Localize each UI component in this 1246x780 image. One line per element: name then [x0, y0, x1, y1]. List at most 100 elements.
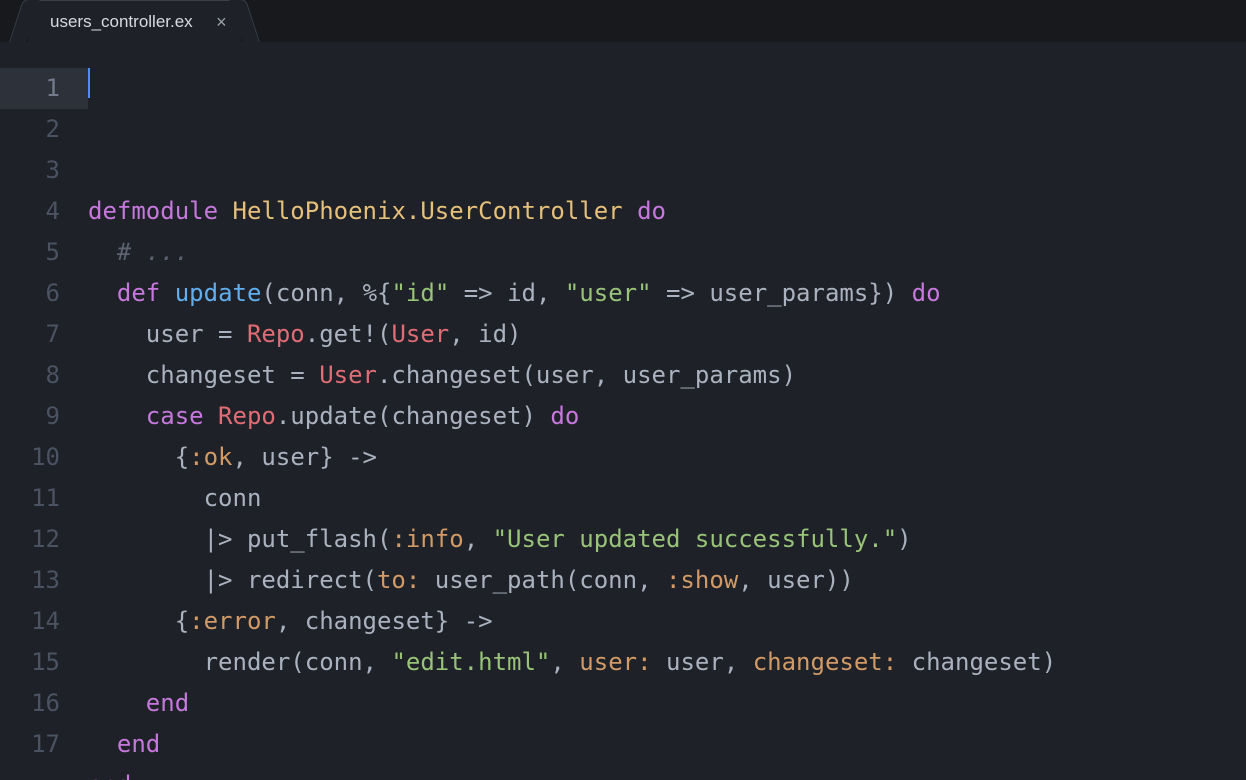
code-area[interactable]: defmodule HelloPhoenix.UserController do…: [88, 42, 1246, 780]
token-str: "id": [391, 279, 449, 307]
token-txt: changeset =: [88, 361, 319, 389]
line-number: 8: [0, 355, 88, 396]
token-cmt: # ...: [117, 238, 189, 266]
token-txt: , user)): [738, 566, 854, 594]
line-number: 4: [0, 191, 88, 232]
line-number: 17: [0, 724, 88, 765]
token-txt: {: [88, 443, 189, 471]
token-kw: end: [146, 689, 189, 717]
token-kw: end: [117, 730, 160, 758]
token-fn: update: [175, 279, 262, 307]
token-txt: user =: [88, 320, 247, 348]
token-txt: [204, 402, 218, 430]
code-line[interactable]: {:ok, user} ->: [88, 437, 1246, 478]
line-number: 9: [0, 396, 88, 437]
token-cls: User: [319, 361, 377, 389]
token-atom: :ok: [189, 443, 232, 471]
token-txt: (conn, %{: [261, 279, 391, 307]
token-cls: Repo: [247, 320, 305, 348]
close-icon[interactable]: ×: [216, 13, 227, 31]
file-tab[interactable]: users_controller.ex ×: [28, 0, 241, 42]
token-atom: :error: [189, 607, 276, 635]
code-line[interactable]: def update(conn, %{"id" => id, "user" =>…: [88, 273, 1246, 314]
line-number: 1: [0, 68, 88, 109]
line-number: 10: [0, 437, 88, 478]
token-atom: user:: [579, 648, 651, 676]
token-txt: [88, 279, 117, 307]
code-line[interactable]: case Repo.update(changeset) do: [88, 396, 1246, 437]
token-kw: def: [117, 279, 160, 307]
line-number: 12: [0, 519, 88, 560]
code-line[interactable]: |> put_flash(:info, "User updated succes…: [88, 519, 1246, 560]
token-txt: user_path(conn,: [420, 566, 666, 594]
token-atom: changeset:: [753, 648, 898, 676]
line-number: 2: [0, 109, 88, 150]
token-txt: => id,: [449, 279, 565, 307]
token-txt: ,: [550, 648, 579, 676]
line-number: 3: [0, 150, 88, 191]
token-txt: [160, 279, 174, 307]
code-line[interactable]: end: [88, 765, 1246, 780]
token-txt: [88, 402, 146, 430]
line-number: 15: [0, 642, 88, 683]
token-txt: [88, 689, 146, 717]
token-cls: User: [391, 320, 449, 348]
code-line[interactable]: render(conn, "edit.html", user: user, ch…: [88, 642, 1246, 683]
token-str: "edit.html": [391, 648, 550, 676]
token-txt: changeset): [897, 648, 1056, 676]
token-txt: ): [897, 525, 911, 553]
token-kw: do: [637, 197, 666, 225]
token-txt: ,: [464, 525, 493, 553]
token-mod: HelloPhoenix.UserController: [233, 197, 623, 225]
token-cls: Repo: [218, 402, 276, 430]
token-atom: :show: [666, 566, 738, 594]
line-number: 16: [0, 683, 88, 724]
token-txt: render(conn,: [88, 648, 391, 676]
line-number: 7: [0, 314, 88, 355]
token-txt: => user_params}): [652, 279, 912, 307]
token-atom: to:: [377, 566, 420, 594]
token-txt: conn: [88, 484, 261, 512]
code-line[interactable]: defmodule HelloPhoenix.UserController do: [88, 191, 1246, 232]
token-txt: |> put_flash(: [88, 525, 391, 553]
token-txt: [218, 197, 232, 225]
editor: 1234567891011121314151617 defmodule Hell…: [0, 42, 1246, 780]
code-line[interactable]: end: [88, 683, 1246, 724]
code-line[interactable]: end: [88, 724, 1246, 765]
token-kw: defmodule: [88, 197, 218, 225]
token-txt: user,: [652, 648, 753, 676]
token-atom: :info: [391, 525, 463, 553]
token-txt: .changeset(user, user_params): [377, 361, 796, 389]
line-number: 13: [0, 560, 88, 601]
line-number: 5: [0, 232, 88, 273]
line-number: 6: [0, 273, 88, 314]
line-number: 14: [0, 601, 88, 642]
token-txt: , user} ->: [233, 443, 378, 471]
code-line[interactable]: |> redirect(to: user_path(conn, :show, u…: [88, 560, 1246, 601]
token-txt: , changeset} ->: [276, 607, 493, 635]
line-number-gutter: 1234567891011121314151617: [0, 42, 88, 780]
text-cursor: [88, 68, 90, 98]
code-line[interactable]: changeset = User.changeset(user, user_pa…: [88, 355, 1246, 396]
token-kw: case: [146, 402, 204, 430]
code-line[interactable]: # ...: [88, 232, 1246, 273]
line-number: 11: [0, 478, 88, 519]
token-txt: |> redirect(: [88, 566, 377, 594]
token-txt: [88, 730, 117, 758]
token-txt: [623, 197, 637, 225]
token-str: "User updated successfully.": [493, 525, 898, 553]
token-kw: do: [550, 402, 579, 430]
token-str: "user": [565, 279, 652, 307]
code-line[interactable]: conn: [88, 478, 1246, 519]
token-txt: {: [88, 607, 189, 635]
token-txt: .update(changeset): [276, 402, 551, 430]
token-txt: [88, 238, 117, 266]
code-line[interactable]: user = Repo.get!(User, id): [88, 314, 1246, 355]
tab-bar: users_controller.ex ×: [0, 0, 1246, 42]
token-txt: .get!(: [305, 320, 392, 348]
token-txt: , id): [449, 320, 521, 348]
token-kw: end: [88, 771, 131, 780]
code-line[interactable]: {:error, changeset} ->: [88, 601, 1246, 642]
tab-filename: users_controller.ex: [50, 12, 193, 32]
token-kw: do: [912, 279, 941, 307]
